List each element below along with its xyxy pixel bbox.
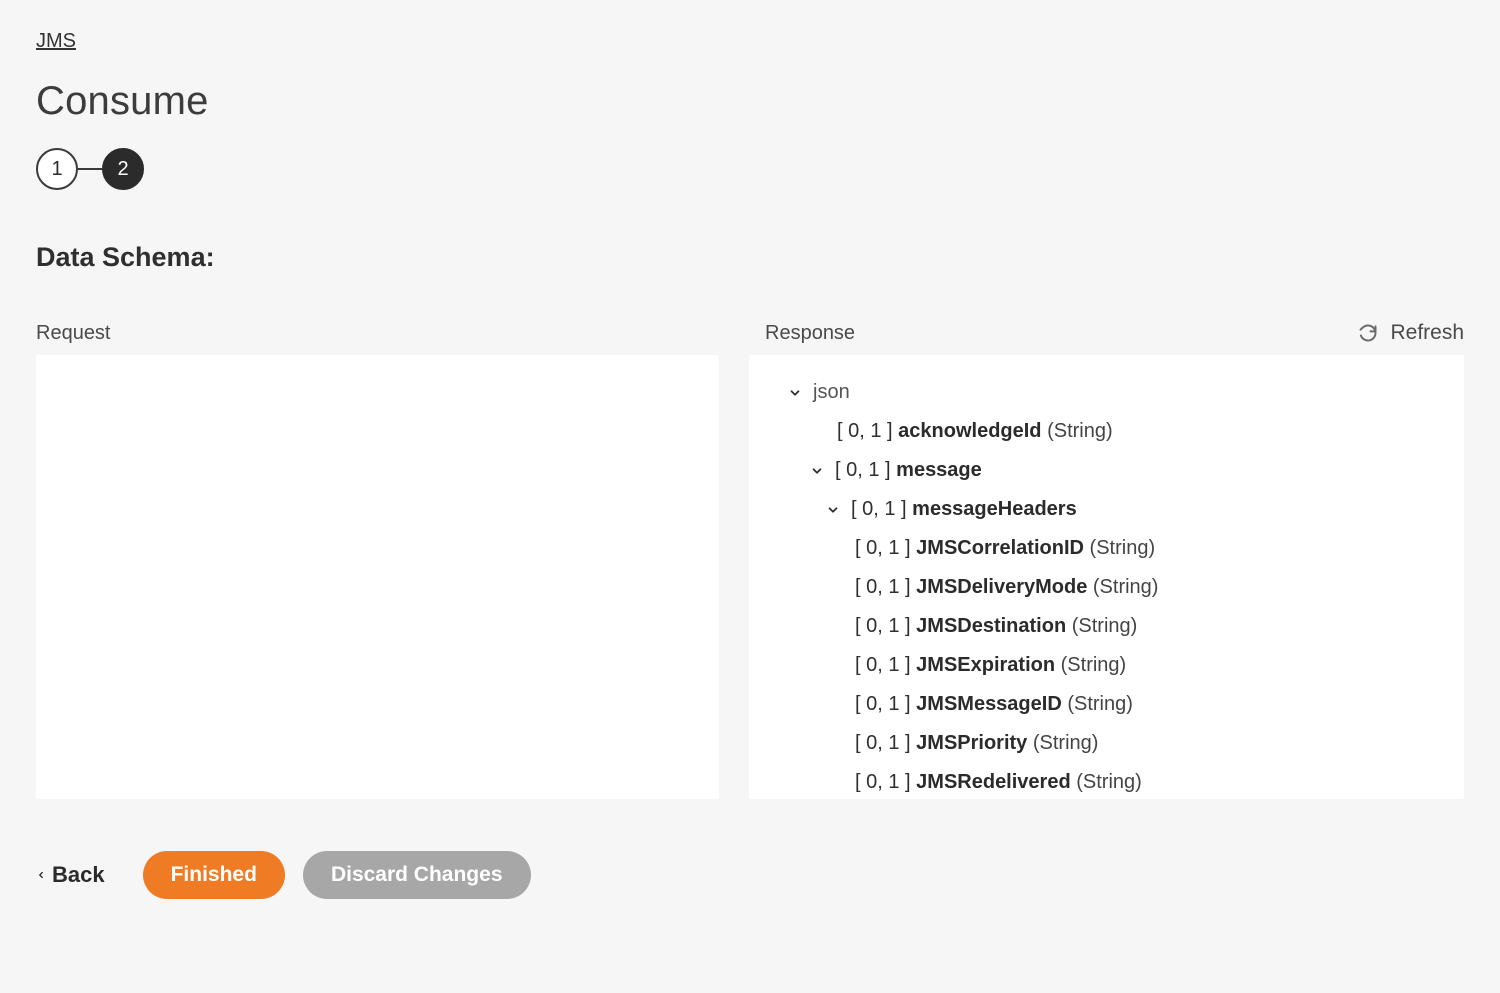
- tree-node: [ 0, 1 ] JMSExpiration (String): [765, 646, 1448, 685]
- request-column-label: Request: [36, 322, 735, 345]
- tree-node-label: [ 0, 1 ] JMSPriority (String): [855, 728, 1098, 759]
- tree-node: [ 0, 1 ] JMSCorrelationID (String): [765, 529, 1448, 568]
- request-panel: [36, 355, 719, 799]
- discard-changes-button[interactable]: Discard Changes: [303, 851, 531, 899]
- tree-node-label: [ 0, 1 ] message: [835, 455, 982, 486]
- section-heading: Data Schema:: [36, 242, 1464, 273]
- step-1[interactable]: 1: [36, 148, 78, 190]
- tree-node-label: [ 0, 1 ] JMSDeliveryMode (String): [855, 572, 1158, 603]
- tree-node: [ 0, 1 ] JMSDestination (String): [765, 607, 1448, 646]
- chevron-left-icon: [36, 868, 46, 882]
- back-button[interactable]: Back: [36, 862, 105, 888]
- tree-node: [ 0, 1 ] JMSPriority (String): [765, 724, 1448, 763]
- response-column-label: Response: [765, 322, 855, 345]
- tree-node: [ 0, 1 ] JMSDeliveryMode (String): [765, 568, 1448, 607]
- tree-root[interactable]: json: [765, 373, 1448, 412]
- tree-node: [ 0, 1 ] acknowledgeId (String): [765, 412, 1448, 451]
- refresh-button[interactable]: Refresh: [1358, 321, 1464, 345]
- tree-node: [ 0, 1 ] JMSMessageID (String): [765, 685, 1448, 724]
- response-panel: json [ 0, 1 ] acknowledgeId (String)[ 0,…: [749, 355, 1464, 799]
- schema-list: [ 0, 1 ] acknowledgeId (String) [ 0, 1 ] …: [765, 412, 1448, 799]
- refresh-icon: [1358, 323, 1378, 343]
- chevron-down-icon: [825, 502, 841, 518]
- step-connector: [78, 168, 102, 170]
- tree-node[interactable]: [ 0, 1 ] message: [765, 451, 1448, 490]
- step-2[interactable]: 2: [102, 148, 144, 190]
- tree-node[interactable]: [ 0, 1 ] messageHeaders: [765, 490, 1448, 529]
- tree-node-label: [ 0, 1 ] acknowledgeId (String): [837, 416, 1113, 447]
- refresh-label: Refresh: [1390, 321, 1464, 345]
- tree-node-label: [ 0, 1 ] JMSMessageID (String): [855, 689, 1133, 720]
- tree-node-label: [ 0, 1 ] JMSDestination (String): [855, 611, 1137, 642]
- tree-node-label: [ 0, 1 ] JMSRedelivered (String): [855, 767, 1142, 798]
- tree-root-label: json: [813, 377, 850, 408]
- chevron-down-icon: [787, 385, 803, 401]
- stepper: 1 2: [36, 148, 1464, 190]
- finished-button[interactable]: Finished: [143, 851, 285, 899]
- tree-node: [ 0, 1 ] JMSRedelivered (String): [765, 763, 1448, 799]
- tree-node-label: [ 0, 1 ] messageHeaders: [851, 494, 1077, 525]
- back-label: Back: [52, 862, 105, 888]
- tree-node-label: [ 0, 1 ] JMSCorrelationID (String): [855, 533, 1155, 564]
- tree-node-label: [ 0, 1 ] JMSExpiration (String): [855, 650, 1126, 681]
- page-title: Consume: [36, 79, 1464, 124]
- chevron-down-icon: [809, 463, 825, 479]
- breadcrumb-link[interactable]: JMS: [36, 30, 76, 53]
